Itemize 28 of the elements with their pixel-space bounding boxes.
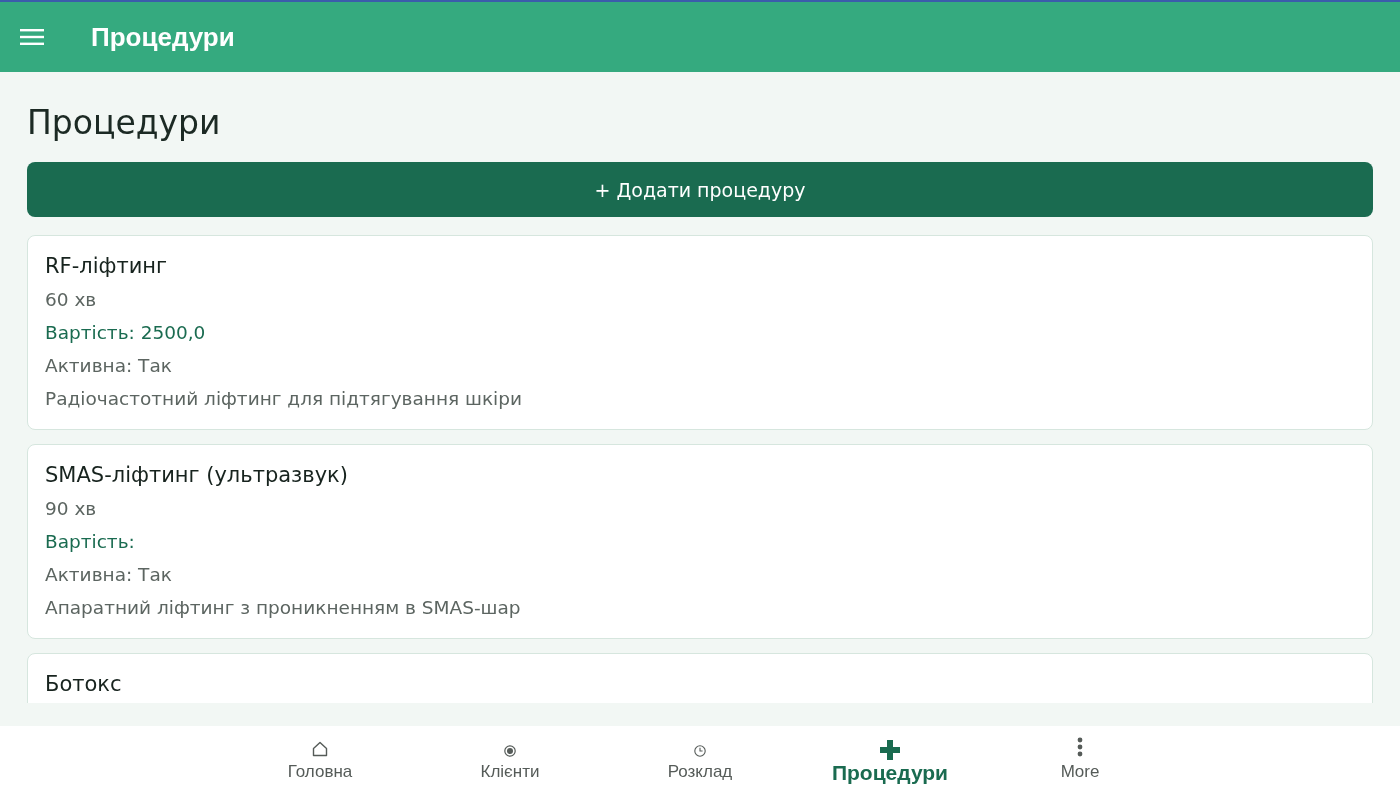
nav-tab[interactable]: Розклад: [605, 726, 795, 790]
add-procedure-button[interactable]: + Додати процедуру: [27, 162, 1373, 217]
procedure-card[interactable]: Ботокс: [27, 653, 1373, 703]
home-icon: [312, 741, 328, 757]
nav-tab[interactable]: More: [985, 726, 1175, 790]
nav-tab[interactable]: Клієнти: [415, 726, 605, 790]
page-heading: Процедури: [27, 102, 221, 144]
procedure-price: Вартість:: [45, 530, 136, 554]
menu-icon[interactable]: [20, 29, 44, 45]
more-vertical-icon: [1077, 737, 1083, 757]
procedure-active-status: Активна: Так: [45, 354, 173, 378]
plus-icon: [880, 740, 900, 760]
procedure-name: RF-ліфтинг: [45, 253, 169, 280]
procedure-duration: 90 хв: [45, 497, 98, 521]
procedure-description: Апаратний ліфтинг з проникненням в SMAS-шар: [45, 596, 522, 620]
nav-tab[interactable]: Головна: [225, 726, 415, 790]
procedure-duration: 60 хв: [45, 288, 98, 312]
procedure-name: Ботокс: [45, 671, 123, 698]
clock-icon: [694, 745, 706, 757]
procedure-card[interactable]: RF-ліфтинг 60 хв Вартість: 2500,0 Активна: Так Радіочастотний ліфтинг для підтягування шкіри: [27, 235, 1373, 430]
procedure-name: SMAS-ліфтинг (ультразвук): [45, 462, 349, 489]
procedure-card[interactable]: SMAS-ліфтинг (ультразвук) 90 хв Вартість: Активна: Так Апаратний ліфтинг з проникненням в SMAS-шар: [27, 444, 1373, 639]
app-bar-title: Процедури: [91, 21, 235, 53]
nav-tab[interactable]: Процедури: [795, 726, 985, 790]
procedure-price: Вартість: 2500,0: [45, 321, 207, 345]
radio-dot-icon: [504, 745, 516, 757]
procedure-active-status: Активна: Так: [45, 563, 173, 587]
procedure-description: Радіочастотний ліфтинг для підтягування шкіри: [45, 387, 524, 411]
